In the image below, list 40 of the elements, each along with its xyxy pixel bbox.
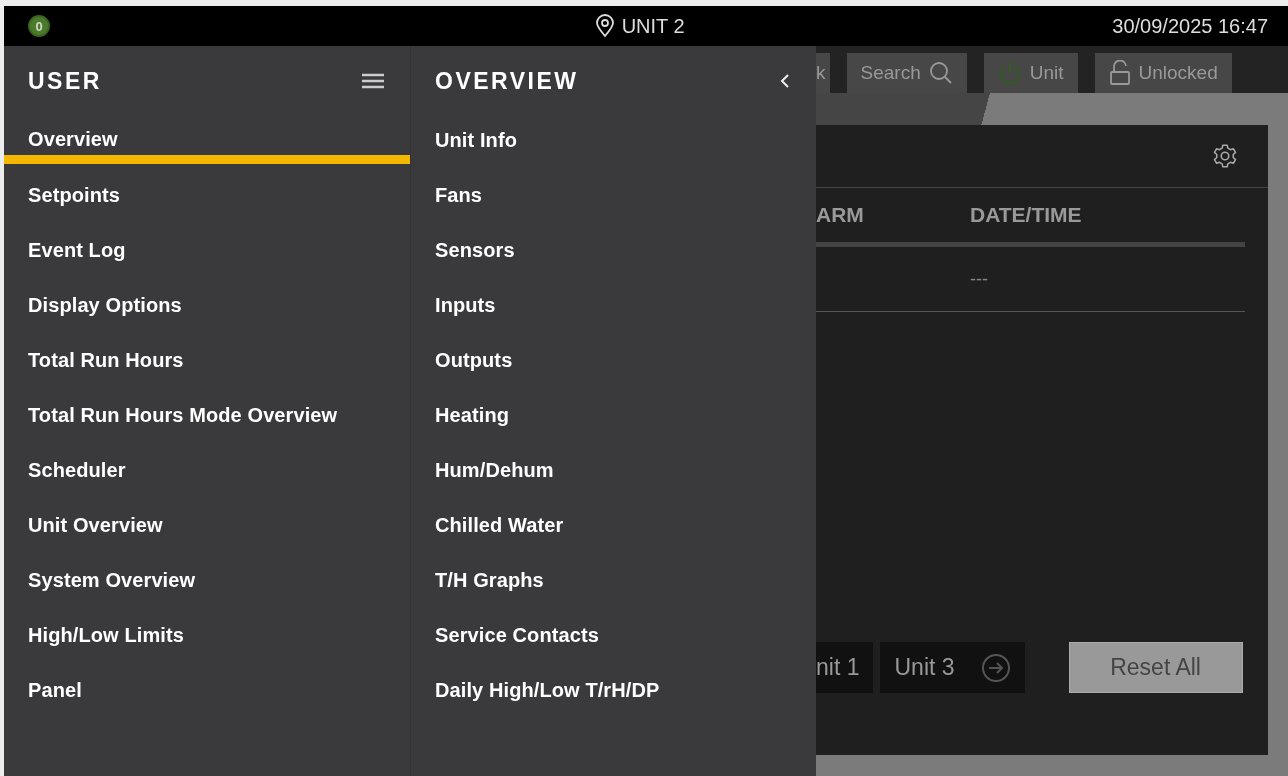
submenu-item[interactable]: Sensors <box>411 226 816 281</box>
unit-location: UNIT 2 <box>621 14 685 38</box>
menu-item[interactable]: Total Run Hours <box>4 336 410 391</box>
menu-item[interactable]: System Overview <box>4 556 410 611</box>
menu-item[interactable]: High/Low Limits <box>4 611 410 666</box>
column-header: DATE/TIME <box>970 203 1083 227</box>
menu-item[interactable]: Unit Overview <box>4 501 410 556</box>
settings-icon[interactable] <box>1212 143 1238 169</box>
chevron-left-icon <box>780 73 790 89</box>
column-header: ARM <box>816 203 865 227</box>
date-time: 30/09/2025 16:47 <box>1112 14 1268 38</box>
search-icon <box>928 61 953 85</box>
menu-item[interactable]: Setpoints <box>4 171 410 226</box>
menu-button[interactable] <box>360 71 386 91</box>
alarm-count-badge[interactable]: 0 <box>28 15 50 37</box>
menu-item[interactable]: Event Log <box>4 226 410 281</box>
table-cell-text: --- <box>970 268 989 290</box>
menu-item[interactable]: Panel <box>4 666 410 721</box>
menu-item[interactable]: Display Options <box>4 281 410 336</box>
submenu-item[interactable]: Inputs <box>411 281 816 336</box>
submenu-item[interactable]: Chilled Water <box>411 501 816 556</box>
submenu-item[interactable]: T/H Graphs <box>411 556 816 611</box>
cut-off-button[interactable]: nit 1 <box>816 642 874 693</box>
arrow-right-circle-icon <box>980 652 1011 683</box>
menu-item[interactable]: Scheduler <box>4 446 410 501</box>
submenu-item[interactable]: Service Contacts <box>411 611 816 666</box>
location-pin-icon <box>593 14 616 38</box>
unlocked-padlock-icon <box>1108 60 1131 86</box>
submenu-item[interactable]: Heating <box>411 391 816 446</box>
power-icon <box>997 61 1022 85</box>
submenu-item[interactable]: Hum/Dehum <box>411 446 816 501</box>
submenu-item[interactable]: Daily High/Low T/rH/DP <box>411 666 816 721</box>
menu-icon <box>362 73 384 89</box>
menu-title: USER <box>28 67 102 95</box>
submenu-item[interactable]: Unit Info <box>411 116 816 171</box>
menu-item[interactable]: Total Run Hours Mode Overview <box>4 391 410 446</box>
submenu-title: OVERVIEW <box>435 67 579 95</box>
submenu-item[interactable]: Outputs <box>411 336 816 391</box>
unit-button[interactable]: Unit 3 <box>880 642 1025 693</box>
submenu-item[interactable]: Fans <box>411 171 816 226</box>
